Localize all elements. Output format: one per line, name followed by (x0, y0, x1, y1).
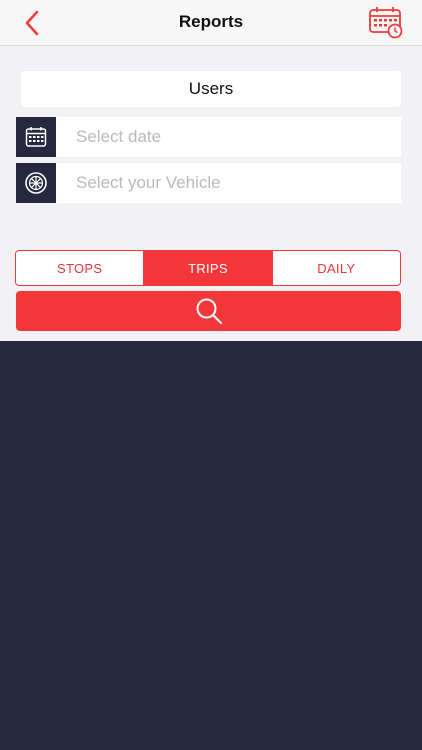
vehicle-field-row (16, 163, 401, 203)
vehicle-input[interactable] (76, 163, 396, 203)
calendar-icon (25, 127, 47, 147)
tab-daily[interactable]: DAILY (271, 251, 400, 285)
calendar-clock-icon (369, 7, 403, 39)
navigation-bar: Reports (0, 0, 422, 46)
date-input[interactable] (76, 117, 396, 157)
calendar-field-icon-box (16, 117, 56, 157)
tab-stops[interactable]: STOPS (16, 251, 143, 285)
search-icon (196, 298, 222, 325)
tab-trips[interactable]: TRIPS (143, 251, 272, 285)
filter-panel: Reports Users Select date Select your Ve… (0, 0, 422, 341)
wheel-icon (25, 172, 47, 194)
users-selector[interactable]: Users (21, 71, 401, 107)
report-type-tabs: STOPS TRIPS DAILY (15, 250, 401, 286)
date-field-row (16, 117, 401, 157)
page-title: Reports (178, 12, 244, 31)
vehicle-field-icon-box (16, 163, 56, 203)
results-area (0, 341, 422, 750)
search-button[interactable] (16, 291, 401, 331)
calendar-button[interactable] (368, 5, 404, 39)
